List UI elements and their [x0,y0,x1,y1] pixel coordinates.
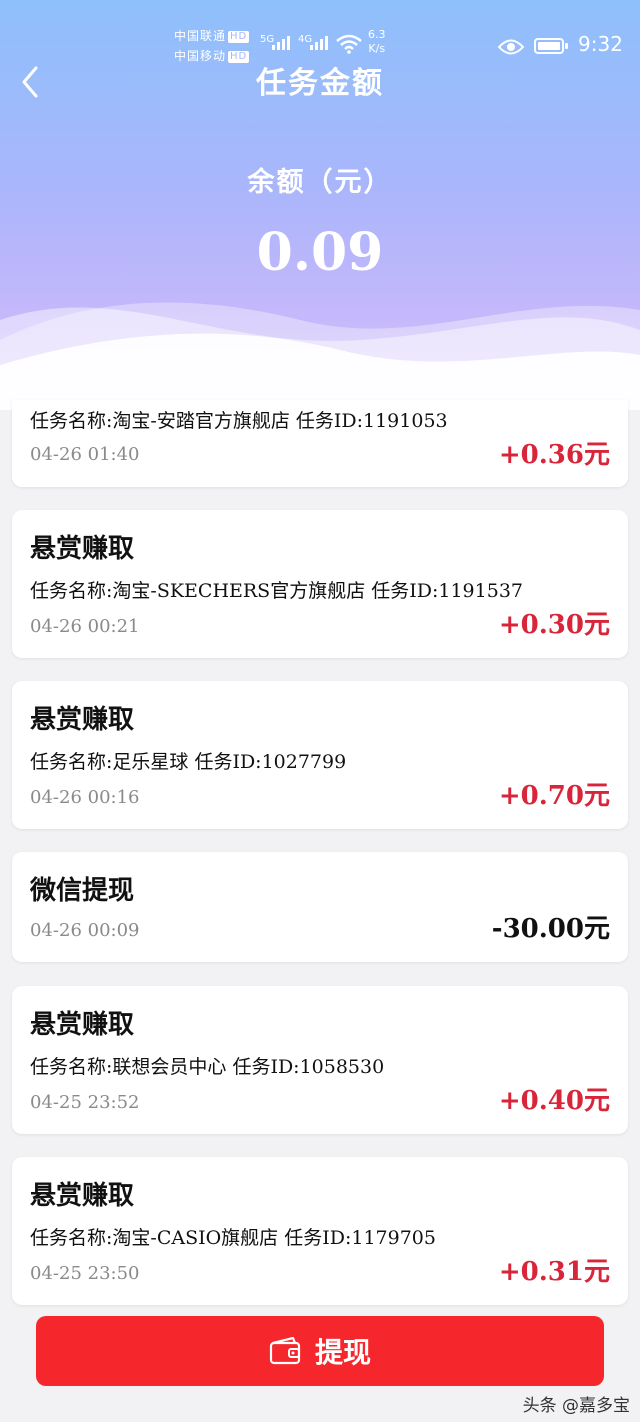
record-amount: +0.30元 [498,610,610,640]
record-amount: +0.70元 [498,781,610,811]
network-speed: 6.3 K/s [368,28,386,56]
record-amount: +0.40元 [498,1086,610,1116]
record-amount: +0.31元 [498,1257,610,1287]
list-item[interactable]: 悬赏赚取 任务名称:淘宝-CASIO旗舰店 任务ID:1179705 04-25… [12,1157,628,1305]
balance-value: 0.09 [256,222,384,283]
list-item[interactable]: 任务名称:淘宝-安踏官方旗舰店 任务ID:1191053 04-26 01:40… [12,400,628,487]
withdraw-label: 提现 [314,1336,371,1369]
speed-unit: K/s [368,42,386,55]
record-title: 微信提现 [30,876,135,906]
signal-icon [272,36,290,50]
record-amount: +0.36元 [498,440,610,470]
record-date: 04-26 00:21 [30,616,140,637]
record-date: 04-26 00:16 [30,787,140,808]
task-description: 任务名称:联想会员中心 任务ID:1058530 [30,1056,385,1078]
record-date: 04-25 23:50 [30,1263,140,1284]
eye-icon [498,39,524,55]
signal-icon [310,36,328,50]
battery-icon [534,38,568,54]
task-description: 任务名称:淘宝-安踏官方旗舰店 任务ID:1191053 [30,410,448,432]
watermark: 头条 @嘉多宝 [522,1396,630,1416]
list-item[interactable]: 悬赏赚取 任务名称:淘宝-SKECHERS官方旗舰店 任务ID:1191537 … [12,510,628,658]
record-date: 04-25 23:52 [30,1092,140,1113]
record-title: 悬赏赚取 [30,534,135,564]
wifi-icon [336,34,362,54]
wave-decoration [0,302,640,410]
record-date: 04-26 00:09 [30,920,140,941]
carrier-1: 中国联通 [174,29,227,43]
record-amount: -30.00元 [491,914,610,944]
hd-badge: HD [228,30,250,43]
task-description: 任务名称:淘宝-SKECHERS官方旗舰店 任务ID:1191537 [30,580,523,602]
record-title: 悬赏赚取 [30,705,135,735]
speed-value: 6.3 [368,28,386,41]
list-item[interactable]: 悬赏赚取 任务名称:足乐星球 任务ID:1027799 04-26 00:16 … [12,681,628,829]
record-date: 04-26 01:40 [30,444,140,465]
clock: 9:32 [578,32,623,56]
page-title: 任务金额 [256,66,384,101]
wallet-icon [269,1337,301,1365]
list-item[interactable]: 悬赏赚取 任务名称:联想会员中心 任务ID:1058530 04-25 23:5… [12,986,628,1134]
task-description: 任务名称:淘宝-CASIO旗舰店 任务ID:1179705 [30,1227,436,1249]
list-item[interactable]: 微信提现 04-26 00:09 -30.00元 [12,852,628,962]
record-title: 悬赏赚取 [30,1181,135,1211]
withdraw-button[interactable]: 提现 [36,1316,604,1386]
balance-label: 余额（元） [247,167,393,198]
record-title: 悬赏赚取 [30,1010,135,1040]
task-description: 任务名称:足乐星球 任务ID:1027799 [30,751,347,773]
